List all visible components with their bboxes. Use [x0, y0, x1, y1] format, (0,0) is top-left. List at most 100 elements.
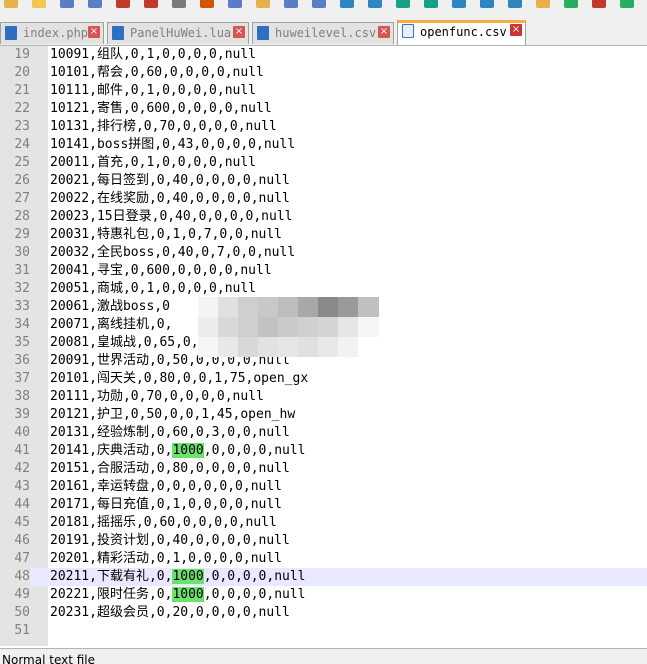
editor-line[interactable]: 31 20041,寻宝,0,600,0,0,0,0,null	[0, 262, 647, 280]
wrap-icon[interactable]	[480, 0, 494, 8]
save-all-icon[interactable]	[88, 0, 102, 8]
line-number: 19	[14, 47, 30, 62]
editor-line[interactable]: 23 10131,排行榜,0,70,0,0,0,0,null	[0, 118, 647, 136]
close-tab-icon[interactable]: ×	[233, 26, 245, 38]
editor-line[interactable]: 27 20022,在线奖励,0,40,0,0,0,0,null	[0, 190, 647, 208]
redo-icon[interactable]	[312, 0, 326, 8]
open-file-icon[interactable]	[32, 0, 46, 8]
blur-cell	[338, 337, 359, 357]
line-text[interactable]: 20141,庆典活动,0,1000,0,0,0,0,null	[50, 442, 306, 460]
line-text[interactable]: 10141,boss拼图,0,43,0,0,0,0,null	[50, 136, 295, 154]
tab-label: index.php	[23, 26, 89, 40]
close-tab-icon[interactable]: ×	[88, 26, 100, 38]
line-text[interactable]: 20171,每日充值,0,1,0,0,0,0,null	[50, 496, 282, 514]
print-icon[interactable]	[172, 0, 186, 8]
editor-line[interactable]: 42 20151,合服活动,0,80,0,0,0,0,null	[0, 460, 647, 478]
line-text[interactable]: 10111,邮件,0,1,0,0,0,0,null	[50, 82, 256, 100]
editor-line[interactable]: 49 20221,限时任务,0,1000,0,0,0,0,null	[0, 586, 647, 604]
line-number: 38	[14, 389, 30, 404]
macro-play-icon[interactable]	[620, 0, 634, 8]
editor-line[interactable]: 43 20161,幸运转盘,0,0,0,0,0,0,null	[0, 478, 647, 496]
copy-icon[interactable]	[228, 0, 242, 8]
editor-line[interactable]: 38 20111,功勋,0,70,0,0,0,0,null	[0, 388, 647, 406]
line-text[interactable]: 20021,每日签到,0,40,0,0,0,0,null	[50, 172, 290, 190]
line-text[interactable]: 20181,摇摇乐,0,60,0,0,0,0,null	[50, 514, 277, 532]
editor-line[interactable]: 50 20231,超级会员,0,20,0,0,0,0,null	[0, 604, 647, 622]
tab-openfunc-csv[interactable]: openfunc.csv ×	[397, 20, 526, 45]
line-number: 37	[14, 371, 30, 386]
editor-line[interactable]: 25 20011,首充,0,1,0,0,0,0,null	[0, 154, 647, 172]
tab-index-php[interactable]: index.php ×	[0, 22, 104, 44]
editor-line[interactable]: 32 20051,商城,0,1,0,0,0,0,null	[0, 280, 647, 298]
close-tab-icon[interactable]: ×	[378, 26, 390, 38]
line-text[interactable]: 20161,幸运转盘,0,0,0,0,0,0,null	[50, 478, 282, 496]
close-icon[interactable]	[116, 0, 130, 8]
editor-line[interactable]: 24 10141,boss拼图,0,43,0,0,0,0,null	[0, 136, 647, 154]
editor-line[interactable]: 29 20031,特惠礼包,0,1,0,7,0,0,null	[0, 226, 647, 244]
line-text[interactable]: 10091,组队,0,1,0,0,0,0,null	[50, 46, 256, 64]
editor-line[interactable]: 30 20032,全民boss,0,40,0,7,0,0,null	[0, 244, 647, 262]
bookmark-icon[interactable]	[536, 0, 550, 8]
line-text[interactable]: 20101,闯天关,0,80,0,0,1,75,open_gx	[50, 370, 308, 388]
close-tab-icon[interactable]: ×	[510, 24, 522, 36]
editor-line[interactable]: 26 20021,每日签到,0,40,0,0,0,0,null	[0, 172, 647, 190]
macro-record-icon[interactable]	[564, 0, 578, 8]
editor-line[interactable]: 37 20101,闯天关,0,80,0,0,1,75,open_gx	[0, 370, 647, 388]
editor-line[interactable]: 45 20181,摇摇乐,0,60,0,0,0,0,null	[0, 514, 647, 532]
find-icon[interactable]	[340, 0, 354, 8]
replace-icon[interactable]	[368, 0, 382, 8]
zoom-out-icon[interactable]	[424, 0, 438, 8]
line-text[interactable]: 20011,首充,0,1,0,0,0,0,null	[50, 154, 256, 172]
editor-line[interactable]: 41 20141,庆典活动,0,1000,0,0,0,0,null	[0, 442, 647, 460]
cut-icon[interactable]	[200, 0, 214, 8]
line-text[interactable]: 20023,15日登录,0,40,0,0,0,0,null	[50, 208, 293, 226]
line-text[interactable]: 10101,帮会,0,60,0,0,0,0,null	[50, 64, 264, 82]
blur-cell	[338, 317, 359, 337]
line-number: 28	[14, 209, 30, 224]
paste-icon[interactable]	[256, 0, 270, 8]
editor-line[interactable]: 40 20131,经验炼制,0,60,0,3,0,0,null	[0, 424, 647, 442]
editor-line[interactable]: 28 20023,15日登录,0,40,0,0,0,0,null	[0, 208, 647, 226]
line-text[interactable]: 20051,商城,0,1,0,0,0,0,null	[50, 280, 256, 298]
line-text[interactable]: 20041,寻宝,0,600,0,0,0,0,null	[50, 262, 272, 280]
line-text[interactable]: 20111,功勋,0,70,0,0,0,0,null	[50, 388, 264, 406]
line-text[interactable]: 20191,投资计划,0,40,0,0,0,0,null	[50, 532, 290, 550]
macro-stop-icon[interactable]	[592, 0, 606, 8]
editor-line[interactable]: 39 20121,护卫,0,50,0,0,1,45,open_hw	[0, 406, 647, 424]
line-text[interactable]: 20071,离线挂机,0,	[50, 316, 172, 334]
line-text[interactable]: 20151,合服活动,0,80,0,0,0,0,null	[50, 460, 290, 478]
editor-line[interactable]: 44 20171,每日充值,0,1,0,0,0,0,null	[0, 496, 647, 514]
line-text[interactable]: 20221,限时任务,0,1000,0,0,0,0,null	[50, 586, 306, 604]
tab-huweilevel-csv[interactable]: huweilevel.csv ×	[252, 22, 394, 44]
indent-icon[interactable]	[508, 0, 522, 8]
editor-line[interactable]: 20 10101,帮会,0,60,0,0,0,0,null	[0, 64, 647, 82]
editor-line[interactable]: 19 10091,组队,0,1,0,0,0,0,null	[0, 46, 647, 64]
sync-icon[interactable]	[452, 0, 466, 8]
editor-line[interactable]: 51	[0, 622, 647, 640]
undo-icon[interactable]	[284, 0, 298, 8]
line-text[interactable]: 20121,护卫,0,50,0,0,1,45,open_hw	[50, 406, 295, 424]
tab-panelhuwei-lua[interactable]: PanelHuWei.lua ×	[107, 22, 249, 44]
close-all-icon[interactable]	[144, 0, 158, 8]
save-icon[interactable]	[60, 0, 74, 8]
line-text[interactable]: 20032,全民boss,0,40,0,7,0,0,null	[50, 244, 295, 262]
line-text[interactable]: 20022,在线奖励,0,40,0,0,0,0,null	[50, 190, 290, 208]
editor-line[interactable]: 21 10111,邮件,0,1,0,0,0,0,null	[0, 82, 647, 100]
editor-line[interactable]: 46 20191,投资计划,0,40,0,0,0,0,null	[0, 532, 647, 550]
zoom-in-icon[interactable]	[396, 0, 410, 8]
line-text[interactable]: 10131,排行榜,0,70,0,0,0,0,null	[50, 118, 277, 136]
blur-cell	[218, 297, 239, 317]
line-text[interactable]: 20081,皇城战,0,65,0,	[50, 334, 199, 352]
line-text[interactable]: 20211,下载有礼,0,1000,0,0,0,0,null	[50, 568, 306, 586]
line-text[interactable]: 20031,特惠礼包,0,1,0,7,0,0,null	[50, 226, 282, 244]
editor-line[interactable]: 22 10121,寄售,0,600,0,0,0,0,null	[0, 100, 647, 118]
new-file-icon[interactable]	[4, 0, 18, 8]
blur-cell	[278, 297, 299, 317]
line-text[interactable]: 20201,精彩活动,0,1,0,0,0,0,null	[50, 550, 282, 568]
line-text[interactable]: 20131,经验炼制,0,60,0,3,0,0,null	[50, 424, 290, 442]
line-text[interactable]: 10121,寄售,0,600,0,0,0,0,null	[50, 100, 272, 118]
line-number: 42	[14, 461, 30, 476]
editor-line[interactable]: 48 20211,下载有礼,0,1000,0,0,0,0,null	[0, 568, 647, 586]
editor-line[interactable]: 47 20201,精彩活动,0,1,0,0,0,0,null	[0, 550, 647, 568]
line-text[interactable]: 20231,超级会员,0,20,0,0,0,0,null	[50, 604, 290, 622]
